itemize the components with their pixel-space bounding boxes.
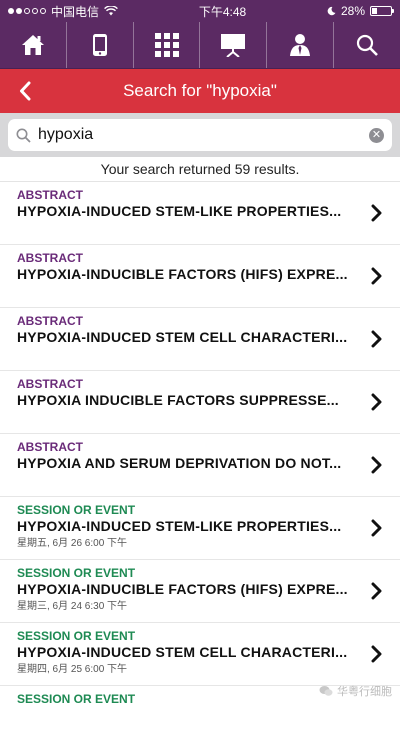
result-category: ABSTRACT: [17, 377, 83, 391]
clear-icon: ✕: [371, 128, 382, 141]
result-item[interactable]: ABSTRACT HYPOXIA-INDUCIBLE FACTORS (HIFS…: [0, 245, 400, 308]
chevron-right-icon: [371, 519, 382, 537]
wifi-icon: [104, 6, 118, 16]
back-chevron-icon: [20, 81, 31, 101]
result-category: SESSION OR EVENT: [17, 692, 136, 706]
result-title: HYPOXIA-INDUCED STEM CELL CHARACTERI...: [17, 644, 348, 660]
result-datetime: 星期四, 6月 25 6:00 下午: [17, 664, 128, 675]
result-title: HYPOXIA AND SERUM DEPRIVATION DO NOT...: [17, 455, 342, 471]
search-bar: ✕: [0, 113, 400, 157]
home-button[interactable]: [0, 22, 67, 68]
status-bar-left: 中国电信: [8, 3, 118, 20]
results-summary: Your search returned 59 results.: [0, 157, 400, 182]
chevron-right-icon: [371, 204, 382, 222]
watermark-text: 华粤行细胞: [337, 686, 392, 698]
carrier-name: 中国电信: [51, 4, 100, 19]
result-title: HYPOXIA-INDUCIBLE FACTORS (HIFS) EXPRE..…: [17, 266, 348, 282]
speakers-button[interactable]: [267, 22, 335, 68]
presentation-board-icon: [221, 34, 246, 57]
result-datetime: 星期五, 6月 26 6:00 下午: [17, 538, 128, 549]
moon-icon: [327, 6, 336, 16]
result-category: ABSTRACT: [17, 251, 83, 265]
battery-icon: [370, 6, 394, 16]
speaker-person-icon: [290, 34, 311, 56]
chevron-right-icon: [371, 456, 382, 474]
back-button[interactable]: [10, 69, 40, 113]
result-title: HYPOXIA-INDUCED STEM-LIKE PROPERTIES...: [17, 203, 342, 219]
result-category: SESSION OR EVENT: [17, 503, 136, 517]
chevron-right-icon: [371, 645, 382, 663]
grid-button[interactable]: [134, 22, 201, 68]
result-item[interactable]: SESSION OR EVENT HYPOXIA-INDUCIBLE FACTO…: [0, 560, 400, 623]
icon-nav-bar: [0, 22, 400, 69]
result-item[interactable]: SESSION OR EVENT HYPOXIA-INDUCED STEM CE…: [0, 623, 400, 686]
result-category: SESSION OR EVENT: [17, 629, 136, 643]
search-box: ✕: [8, 119, 392, 151]
result-datetime: 星期三, 6月 24 6:30 下午: [17, 601, 128, 612]
result-category: ABSTRACT: [17, 188, 83, 202]
chevron-right-icon: [371, 267, 382, 285]
chevron-right-icon: [371, 582, 382, 600]
grid-icon: [154, 33, 179, 57]
result-item[interactable]: ABSTRACT HYPOXIA AND SERUM DEPRIVATION D…: [0, 434, 400, 497]
status-bar-right: 28%: [327, 4, 394, 18]
result-title: HYPOXIA INDUCIBLE FACTORS SUPPRESSE...: [17, 392, 339, 408]
result-category: SESSION OR EVENT: [17, 566, 136, 580]
result-title: HYPOXIA-INDUCED STEM CELL CHARACTERI...: [17, 329, 348, 345]
result-title: HYPOXIA-INDUCIBLE FACTORS (HIFS) EXPRE..…: [17, 581, 348, 597]
search-field-icon: [16, 128, 31, 143]
chat-bubble-icon: [319, 686, 333, 696]
search-input[interactable]: [38, 126, 362, 144]
home-icon: [21, 35, 44, 55]
battery-percent: 28%: [340, 4, 365, 18]
result-title: HYPOXIA-INDUCED STEM-LIKE PROPERTIES...: [17, 518, 342, 534]
clock: 下午4:48: [198, 4, 247, 19]
search-nav-button[interactable]: [334, 22, 400, 68]
title-bar: Search for "hypoxia": [0, 69, 400, 113]
clear-search-button[interactable]: ✕: [369, 127, 384, 143]
presentation-button[interactable]: [200, 22, 268, 68]
result-category: ABSTRACT: [17, 440, 83, 454]
page-title: Search for "hypoxia": [123, 81, 277, 100]
chevron-right-icon: [371, 330, 382, 348]
result-item[interactable]: ABSTRACT HYPOXIA-INDUCED STEM-LIKE PROPE…: [0, 182, 400, 245]
result-item[interactable]: SESSION OR EVENT HYPOXIA-INDUCED STEM-LI…: [0, 497, 400, 560]
chevron-right-icon: [371, 393, 382, 411]
result-category: ABSTRACT: [17, 314, 83, 328]
result-item[interactable]: ABSTRACT HYPOXIA INDUCIBLE FACTORS SUPPR…: [0, 371, 400, 434]
result-item[interactable]: ABSTRACT HYPOXIA-INDUCED STEM CELL CHARA…: [0, 308, 400, 371]
status-bar: 中国电信 下午4:48 28%: [0, 0, 400, 22]
search-icon: [356, 34, 378, 56]
mobile-device-icon: [92, 34, 107, 56]
results-list: ABSTRACT HYPOXIA-INDUCED STEM-LIKE PROPE…: [0, 182, 400, 749]
signal-strength-icon: [8, 8, 46, 14]
watermark: 华粤行细胞: [319, 683, 392, 699]
mobile-device-button[interactable]: [67, 22, 134, 68]
